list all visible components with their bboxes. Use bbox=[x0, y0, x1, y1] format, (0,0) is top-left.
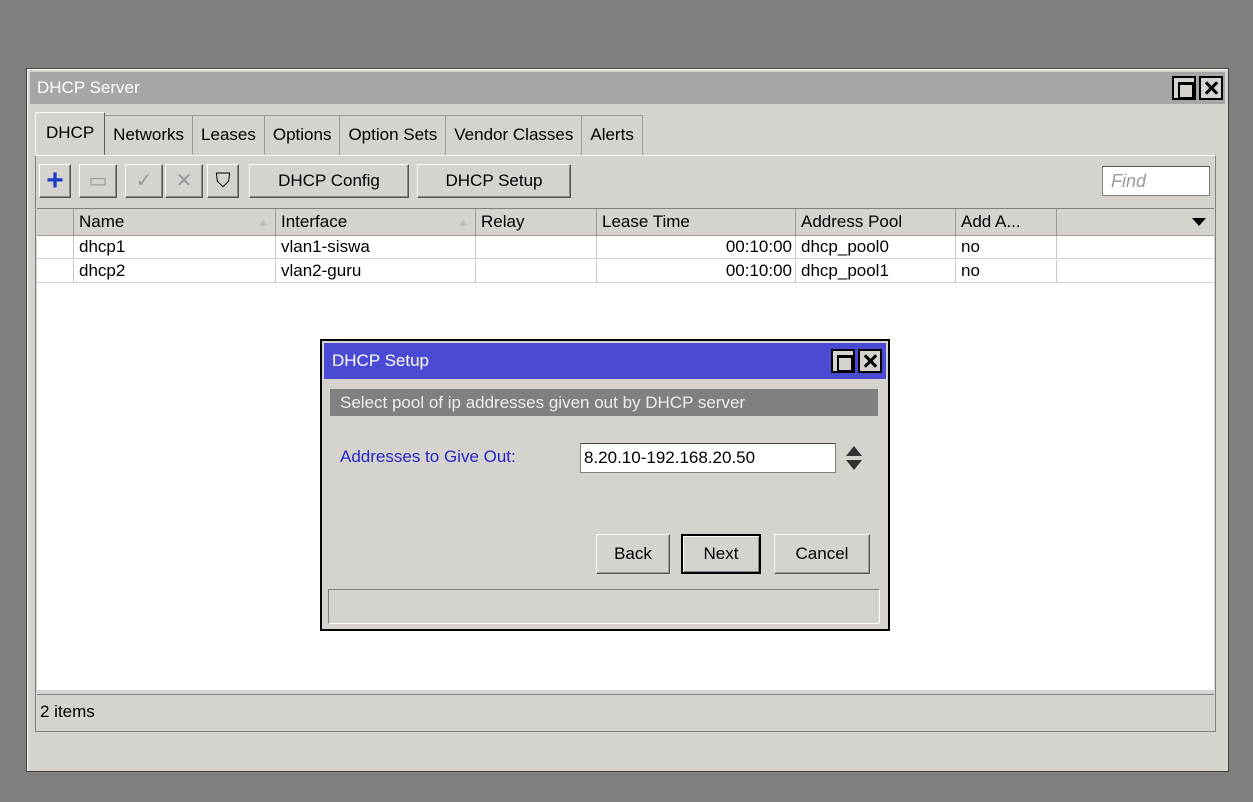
toolbar: + ▭ ✓ ✕ ⛉ DHCP Config DHCP Setup Find bbox=[39, 164, 1212, 200]
column-header-lease-time[interactable]: Lease Time bbox=[597, 209, 796, 235]
cell-interface: vlan1-siswa bbox=[276, 236, 476, 258]
cell-name: dhcp2 bbox=[74, 260, 276, 282]
filter-icon: ⛉ bbox=[215, 170, 231, 192]
status-bar: 2 items bbox=[37, 694, 1214, 728]
check-icon: ✓ bbox=[135, 170, 153, 192]
spinner-down-icon[interactable] bbox=[846, 460, 862, 470]
tab-options[interactable]: Options bbox=[264, 115, 341, 155]
cell-empty bbox=[1057, 236, 1214, 258]
tab-networks[interactable]: Networks bbox=[105, 115, 194, 155]
window-titlebar[interactable]: DHCP Server bbox=[30, 72, 1225, 104]
maximize-icon[interactable] bbox=[1172, 76, 1196, 100]
find-input[interactable]: Find bbox=[1102, 166, 1210, 196]
tab-alerts[interactable]: Alerts bbox=[582, 115, 643, 155]
cell-address-pool: dhcp_pool1 bbox=[796, 260, 956, 282]
minus-icon: ▭ bbox=[88, 170, 108, 192]
remove-button[interactable]: ▭ bbox=[79, 164, 117, 198]
column-header-relay[interactable]: Relay bbox=[476, 209, 597, 235]
cell-add-arp: no bbox=[956, 236, 1057, 258]
add-button[interactable]: + bbox=[39, 164, 71, 198]
disable-button[interactable]: ✕ bbox=[165, 164, 203, 198]
cell-lease-time: 00:10:00 bbox=[597, 236, 796, 258]
cell-empty bbox=[1057, 260, 1214, 282]
tab-dhcp[interactable]: DHCP bbox=[35, 112, 106, 155]
enable-button[interactable]: ✓ bbox=[125, 164, 163, 198]
column-header-address-pool[interactable]: Address Pool bbox=[796, 209, 956, 235]
row-marker bbox=[37, 260, 74, 282]
tab-leases[interactable]: Leases bbox=[193, 115, 265, 155]
column-header-label: Interface bbox=[281, 212, 348, 231]
next-button[interactable]: Next bbox=[681, 534, 761, 574]
close-icon[interactable] bbox=[1199, 76, 1223, 100]
addresses-to-give-out-input[interactable]: 8.20.10-192.168.20.50 bbox=[580, 443, 836, 473]
close-icon[interactable] bbox=[858, 349, 882, 373]
spinner-up-icon[interactable] bbox=[846, 446, 862, 456]
row-marker bbox=[37, 236, 74, 258]
column-header-interface[interactable]: Interface ▲ bbox=[276, 209, 476, 235]
dropdown-arrow-icon bbox=[1192, 218, 1206, 226]
tab-bar: DHCP Networks Leases Options Option Sets… bbox=[35, 112, 643, 155]
column-header-add-arp[interactable]: Add A... bbox=[956, 209, 1057, 235]
dialog-instruction: Select pool of ip addresses given out by… bbox=[330, 389, 878, 416]
filter-button[interactable]: ⛉ bbox=[207, 164, 239, 198]
cell-relay bbox=[476, 260, 597, 282]
cell-interface: vlan2-guru bbox=[276, 260, 476, 282]
dhcp-setup-dialog: DHCP Setup Select pool of ip addresses g… bbox=[320, 339, 890, 631]
sort-arrow-icon: ▲ bbox=[457, 215, 469, 229]
cell-lease-time: 00:10:00 bbox=[597, 260, 796, 282]
column-chooser[interactable] bbox=[1057, 209, 1214, 235]
cell-add-arp: no bbox=[956, 260, 1057, 282]
dhcp-config-button[interactable]: DHCP Config bbox=[249, 164, 409, 198]
table-row[interactable]: dhcp2 vlan2-guru 00:10:00 dhcp_pool1 no bbox=[37, 260, 1214, 283]
column-header-name[interactable]: Name ▲ bbox=[74, 209, 276, 235]
cell-address-pool: dhcp_pool0 bbox=[796, 236, 956, 258]
dialog-title: DHCP Setup bbox=[332, 351, 430, 370]
cell-name: dhcp1 bbox=[74, 236, 276, 258]
dialog-status-bar bbox=[328, 589, 880, 624]
plus-icon: + bbox=[46, 164, 64, 197]
window-title: DHCP Server bbox=[37, 78, 140, 97]
dialog-titlebar[interactable]: DHCP Setup bbox=[324, 343, 886, 379]
column-header-label: Name bbox=[79, 212, 125, 231]
tab-vendor-classes[interactable]: Vendor Classes bbox=[446, 115, 583, 155]
back-button[interactable]: Back bbox=[596, 534, 670, 574]
addresses-to-give-out-label: Addresses to Give Out: bbox=[340, 447, 516, 466]
table-header: Name ▲ Interface ▲ Relay Lease Time Addr… bbox=[37, 209, 1214, 236]
items-count: 2 items bbox=[40, 702, 95, 721]
table-row[interactable]: dhcp1 vlan1-siswa 00:10:00 dhcp_pool0 no bbox=[37, 236, 1214, 259]
cross-icon: ✕ bbox=[175, 170, 193, 192]
row-marker-header bbox=[37, 209, 74, 235]
spinner-icon[interactable] bbox=[846, 445, 862, 473]
sort-arrow-icon: ▲ bbox=[257, 215, 269, 229]
tab-option-sets[interactable]: Option Sets bbox=[340, 115, 447, 155]
cancel-button[interactable]: Cancel bbox=[774, 534, 870, 574]
dhcp-setup-button[interactable]: DHCP Setup bbox=[417, 164, 571, 198]
cell-relay bbox=[476, 236, 597, 258]
maximize-icon[interactable] bbox=[831, 349, 855, 373]
